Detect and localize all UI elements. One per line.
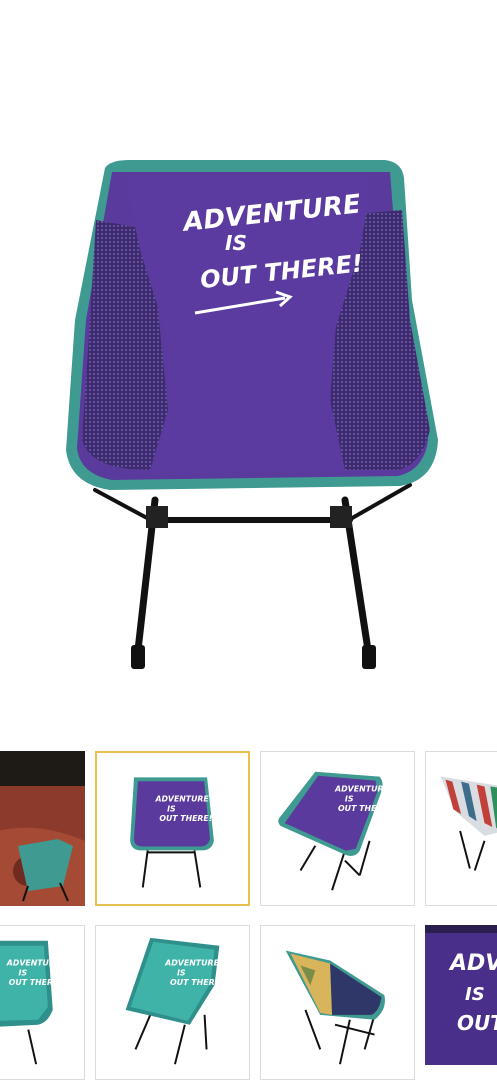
svg-text:IS: IS — [465, 984, 485, 1005]
svg-text:ADVENTURE: ADVENTURE — [334, 784, 390, 793]
svg-text:ADVENTURE: ADVENTURE — [164, 958, 220, 967]
thumbnail-teal-chair-angled[interactable]: ADVENTURE IS OUT THERE! — [95, 925, 250, 1080]
svg-text:ADVENTURE: ADVENTURE — [6, 958, 61, 967]
svg-text:OUT THERE!: OUT THERE! — [159, 814, 212, 823]
thumbnail-purple-print-closeup[interactable]: ADVENTU IS OUT — [425, 925, 497, 1065]
thumbnail-striped-chair[interactable] — [425, 751, 497, 906]
svg-text:OUT THERE!: OUT THERE! — [170, 978, 224, 987]
svg-text:OUT: OUT — [457, 1011, 497, 1035]
thumbnail-camo-chair-side[interactable] — [260, 925, 415, 1080]
svg-text:ADVENTU: ADVENTU — [448, 951, 497, 976]
chair-print-line: IS — [225, 231, 247, 255]
chair-frame — [93, 483, 412, 654]
thumbnail-teal-chair-on-rug[interactable] — [0, 751, 85, 906]
svg-text:IS: IS — [345, 794, 354, 803]
svg-text:ADVENTURE: ADVENTURE — [154, 795, 209, 804]
product-main-image: ADVENTURE IS OUT THERE! — [0, 0, 497, 740]
svg-text:IS: IS — [19, 968, 28, 977]
svg-text:IS: IS — [177, 968, 186, 977]
svg-text:OUT THERE!: OUT THERE! — [338, 804, 392, 813]
svg-text:OUT THERE!: OUT THERE! — [9, 978, 63, 987]
svg-text:IS: IS — [167, 804, 176, 813]
thumbnail-teal-chair-front[interactable]: ADVENTURE IS OUT THERE! — [0, 925, 85, 1080]
thumbnail-purple-chair-angled[interactable]: ADVENTURE IS OUT THERE! — [260, 751, 415, 906]
thumbnail-purple-chair-front[interactable]: ADVENTURE IS OUT THERE! — [95, 751, 250, 906]
